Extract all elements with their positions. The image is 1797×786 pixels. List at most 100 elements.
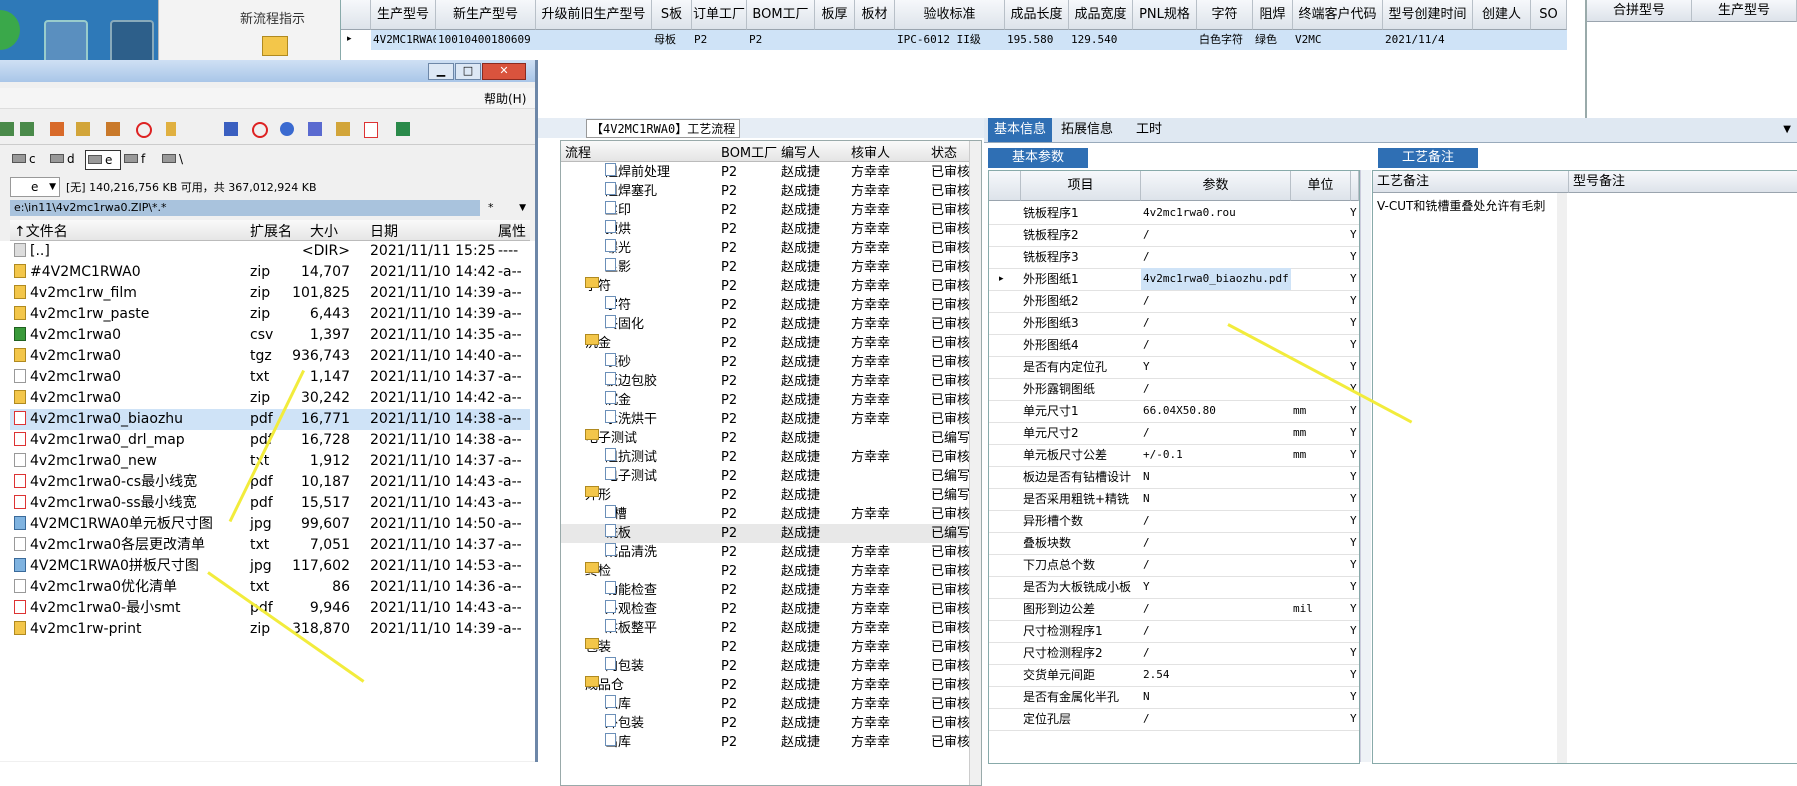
grid-cell[interactable]: 母板 [652,30,692,50]
file-row[interactable]: 4v2mc1rwa0 tgz 936,743 2021/11/10 14:40 -a-- [10,346,530,367]
param-row[interactable]: 是否有内定位孔 Y Y [989,356,1359,379]
file-row[interactable]: 4v2mc1rwa0各层更改清单 txt 7,051 2021/11/10 14:37… [10,535,530,556]
param-value[interactable]: / [1141,224,1291,246]
grid-column-header[interactable]: 板材 [855,0,895,30]
grid-column-header[interactable]: 成品长度 [1005,0,1069,30]
process-notes-tab[interactable]: 工艺备注 [1378,148,1478,168]
file-column-header[interactable]: 属性 [498,221,526,241]
param-row[interactable]: 单元板尺寸公差 +/-0.1 mm Y [989,444,1359,467]
toolbar-icon[interactable] [308,122,322,136]
param-value[interactable]: / [1141,642,1291,664]
folder-icon[interactable] [262,36,288,56]
desktop-icon[interactable] [0,10,20,50]
maximize-button[interactable]: □ [455,63,481,80]
param-row[interactable]: 外形图纸2 / Y [989,290,1359,313]
file-row[interactable]: 4v2mc1rwa0_newtxt1,9122021/11/10 14:37-a… [10,451,530,472]
param-value[interactable]: N [1141,488,1291,510]
grid-column-header[interactable]: SO [1531,0,1567,30]
network-icon[interactable] [396,122,410,136]
process-row[interactable]: 成品清洗 P2 赵成捷 方幸幸 已审核 [561,543,970,562]
process-row[interactable]: −电子测试 P2 赵成捷 已编写 [561,429,970,448]
grid-cell[interactable]: 4V2MC1RWA0 [371,30,439,50]
grid-cell[interactable]: P2 [747,30,815,50]
process-row[interactable]: 内包装 P2 赵成捷 方幸幸 已审核 [561,657,970,676]
grid-cell[interactable] [815,30,855,50]
path-bar[interactable]: e:\in11\4v2mc1rwa0.ZIP\*.* [10,200,480,216]
grid-column-header[interactable]: 合拼型号 [1587,0,1692,22]
process-row[interactable]: 终固化 P2 赵成捷 方幸幸 已审核 [561,315,970,334]
param-value[interactable]: 4v2mc1rwa0_biaozhu.pdf [1141,268,1291,290]
param-value[interactable]: 4v2mc1rwa0.rou [1141,202,1291,224]
process-row[interactable]: 铣板 P2 赵成捷 已编写 [561,524,970,543]
file-row[interactable]: 4v2mc1rwa0 csv 1,397 2021/11/10 14:35 -a-- [10,325,530,346]
pdf-icon[interactable] [364,122,378,138]
param-value[interactable]: / [1141,290,1291,312]
tab-1[interactable]: 拓展信息 [1058,118,1116,142]
process-row[interactable]: 曝光 P2 赵成捷 方幸幸 已审核 [561,239,970,258]
grid-cell[interactable]: 2021/11/4 [1383,30,1473,50]
grid-column-header[interactable]: 新生产型号 [436,0,536,30]
grid-cell[interactable]: 10010400180609 [436,30,536,50]
process-row[interactable]: −包装 P2 赵成捷 方幸幸 已审核 [561,638,970,657]
param-row[interactable]: 是否为大板铣成小板 Y Y [989,576,1359,599]
grid-column-header[interactable]: 验收标准 [895,0,1005,30]
file-row[interactable]: 4v2mc1rwa0_biaozhu pdf 16,771 2021/11/10 14… [10,409,530,430]
desktop-icon[interactable] [44,20,88,64]
grid-cell[interactable]: 129.540 [1069,30,1133,50]
drive-select[interactable]: e ▼ [10,177,60,197]
params-column-header[interactable]: 项目 [1021,171,1141,201]
file-row[interactable]: 4v2mc1rwa0 txt 1,147 2021/11/10 14:37 -a-- [10,367,530,388]
new-flow-label[interactable]: 新流程指示 [240,8,305,27]
file-column-header[interactable]: 日期 [370,221,398,241]
grid-cell[interactable]: 195.580 [1005,30,1069,50]
stop-icon[interactable] [136,122,152,138]
close-button[interactable]: ✕ [482,63,526,80]
param-value[interactable]: / [1141,378,1291,400]
drive-button[interactable]: e [85,150,121,170]
toolbar-icon[interactable] [50,122,64,136]
process-column-header[interactable]: 编写人 [781,142,820,161]
file-row[interactable]: 4v2mc1rw_film zip 101,825 2021/11/10 14:39-… [10,283,530,304]
process-row[interactable]: −外形 P2 赵成捷 已编写 [561,486,970,505]
process-column-header[interactable]: 核审人 [851,142,890,161]
process-row[interactable]: 出库 P2 赵成捷 方幸幸 已审核 [561,733,970,752]
param-row[interactable]: 是否有金属化半孔 N Y [989,686,1359,709]
param-value[interactable]: 66.04X50.80 [1141,400,1291,422]
file-row[interactable]: 4v2mc1rwa0-ss最小线宽 pdf 15,517 2021/11/10 14:… [10,493,530,514]
help-menu[interactable]: 帮助(H) [484,90,526,107]
process-row[interactable]: 烘板整平 P2 赵成捷 方幸幸 已审核 [561,619,970,638]
param-row[interactable]: 铣板程序1 4v2mc1rwa0.rou Y [989,202,1359,225]
file-row[interactable]: 4V2MC1RWA0单元板尺寸图 jpg 99,607 2021/11/10 14:5… [10,514,530,535]
grid-column-header[interactable]: 型号创建时间 [1383,0,1473,30]
process-row[interactable]: −沉金 P2 赵成捷 方幸幸 已审核 [561,334,970,353]
grid-column-header[interactable]: PNL规格 [1133,0,1197,30]
param-row[interactable]: 外形图纸3 / Y [989,312,1359,335]
drive-button[interactable]: \ [160,150,194,168]
param-row[interactable]: 铣板程序2 / Y [989,224,1359,247]
grid-cell[interactable] [1473,30,1531,50]
grid-cell[interactable] [536,30,652,50]
param-value[interactable]: / [1141,510,1291,532]
grid-column-header[interactable]: 板厚 [815,0,855,30]
drive-button[interactable]: f [122,150,156,168]
toolbar-icon[interactable] [76,122,90,136]
toolbar-icon[interactable] [106,122,120,136]
drive-button[interactable]: d [48,150,82,168]
process-row[interactable]: 显影 P2 赵成捷 方幸幸 已审核 [561,258,970,277]
toolbar-icon[interactable] [20,122,34,136]
process-row[interactable]: 丝印 P2 赵成捷 方幸幸 已审核 [561,201,970,220]
process-row[interactable]: −字符 P2 赵成捷 方幸幸 已审核 [561,277,970,296]
param-row[interactable]: 定位孔层 / Y [989,708,1359,731]
process-scrollbar[interactable] [969,141,981,785]
grid-cell[interactable] [1133,30,1197,50]
param-value[interactable]: / [1141,312,1291,334]
process-row[interactable]: 字符 P2 赵成捷 方幸幸 已审核 [561,296,970,315]
param-value[interactable]: / [1141,708,1291,730]
stop-icon[interactable] [252,122,268,138]
grid-column-header[interactable]: 终端客户代码 [1293,0,1383,30]
desktop-icon[interactable] [110,20,154,64]
process-column-header[interactable]: BOM工厂 [721,142,777,161]
file-column-header[interactable]: 扩展名 [250,221,292,241]
param-value[interactable]: / [1141,620,1291,642]
process-row[interactable]: 阻焊前处理 P2 赵成捷 方幸幸 已审核 [561,163,970,182]
